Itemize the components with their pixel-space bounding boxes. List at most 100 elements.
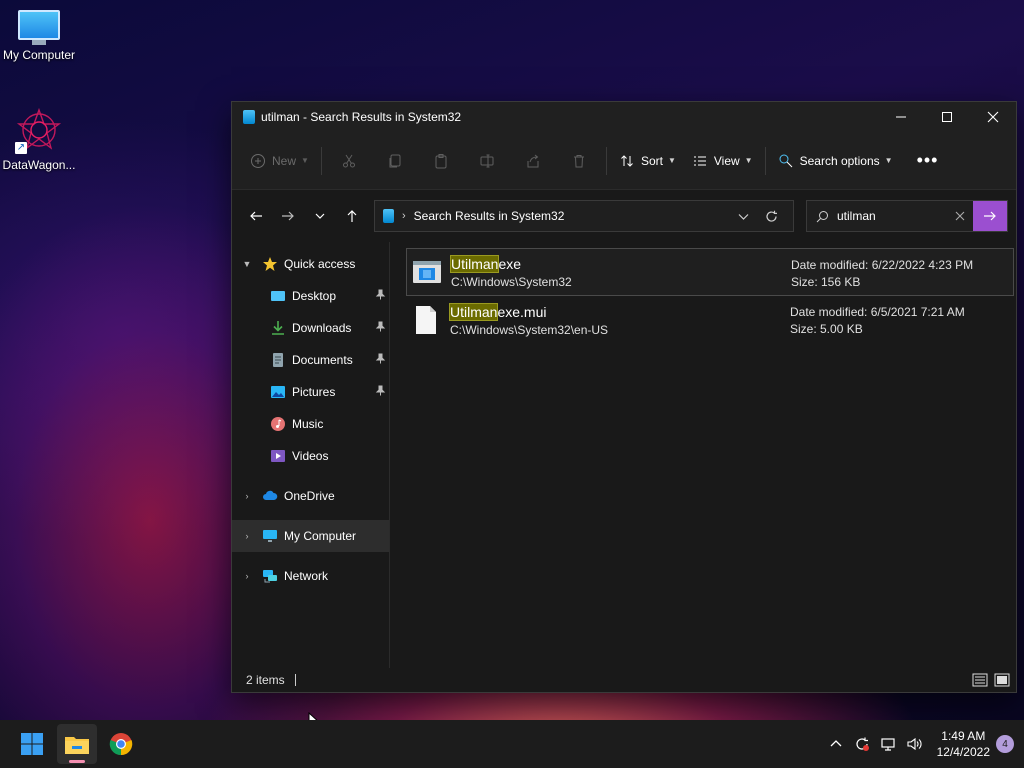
chevron-down-icon [315, 213, 325, 219]
status-bar: 2 items [232, 668, 1016, 692]
clipboard-icon [435, 153, 447, 168]
view-button[interactable]: View ▼ [684, 145, 761, 177]
delete-button[interactable] [556, 145, 602, 177]
nav-label: Pictures [292, 385, 336, 399]
start-button[interactable] [12, 724, 52, 764]
chevron-down-icon [738, 213, 748, 220]
chevron-down-icon: ▼ [744, 156, 753, 165]
result-row[interactable]: Utilmanexe C:\Windows\System32 Date modi… [406, 248, 1014, 296]
search-go-button[interactable] [973, 201, 1007, 231]
nav-label: My Computer [284, 529, 357, 543]
show-hidden-icons-button[interactable] [823, 736, 849, 752]
nav-label: Quick access [284, 257, 356, 271]
desktop-folder-icon [271, 291, 285, 301]
up-button[interactable] [336, 200, 368, 232]
tiles-view-icon[interactable] [994, 672, 1010, 688]
arrow-up-icon [347, 210, 357, 222]
blank-file-icon [416, 306, 436, 334]
file-explorer-taskbar-button[interactable] [57, 724, 97, 764]
network-wired-icon [881, 738, 895, 751]
desktop-icon-datawagon[interactable]: ↗ DataWagon... [0, 106, 81, 172]
search-input[interactable] [837, 209, 947, 223]
file-explorer-window: utilman - Search Results in System32 New… [231, 101, 1017, 693]
recent-locations-button[interactable] [304, 200, 336, 232]
title-bar[interactable]: utilman - Search Results in System32 [232, 102, 1016, 132]
rename-button[interactable] [464, 145, 510, 177]
pin-icon [375, 385, 386, 399]
search-options-button[interactable]: Search options ▼ [770, 145, 901, 177]
chrome-taskbar-button[interactable] [101, 724, 141, 764]
star-icon [263, 257, 277, 271]
new-label: New [272, 153, 297, 168]
search-options-icon [779, 154, 792, 167]
forward-button[interactable] [272, 200, 304, 232]
videos-icon [271, 450, 285, 462]
scissors-icon [342, 154, 355, 167]
windows-logo-icon [21, 733, 43, 755]
date-modified: Date modified: 6/5/2021 7:21 AM [790, 305, 965, 319]
taskbar: 1:49 AM 12/4/2022 4 [0, 720, 1024, 768]
address-bar[interactable]: › Search Results in System32 [374, 200, 794, 232]
clear-search-button[interactable] [947, 211, 973, 221]
music-icon [271, 417, 285, 431]
file-name-rest: exe [498, 255, 522, 272]
cut-button[interactable] [326, 145, 372, 177]
paste-button[interactable] [418, 145, 464, 177]
view-label: View [713, 153, 740, 168]
chevron-up-icon [830, 740, 842, 747]
refresh-button[interactable] [757, 202, 785, 230]
new-button[interactable]: New ▼ [242, 145, 317, 177]
nav-label: Desktop [292, 289, 337, 303]
details-view-icon[interactable] [972, 672, 988, 688]
chrome-icon [109, 733, 133, 756]
download-icon [272, 321, 284, 335]
minimize-button[interactable] [878, 102, 924, 132]
nav-videos[interactable]: Videos [232, 440, 389, 472]
results-pane: Utilmanexe C:\Windows\System32 Date modi… [390, 242, 1016, 668]
update-tray-button[interactable] [849, 736, 875, 752]
notification-badge[interactable]: 4 [996, 735, 1014, 753]
chevron-down-icon: ▼ [242, 259, 252, 269]
pin-icon [375, 353, 386, 367]
command-bar: New ▼ Sort ▼ View ▼ Search options ▼ ••• [232, 132, 1016, 190]
breadcrumb[interactable]: Search Results in System32 [414, 209, 729, 223]
nav-network[interactable]: › Network [232, 560, 389, 592]
nav-pictures[interactable]: Pictures [232, 376, 389, 408]
network-tray-button[interactable] [875, 736, 901, 752]
nav-desktop[interactable]: Desktop [232, 280, 389, 312]
folder-icon [65, 737, 89, 754]
file-path: C:\Windows\System32 [451, 274, 572, 289]
close-button[interactable] [970, 102, 1016, 132]
document-icon [273, 353, 283, 367]
copy-button[interactable] [372, 145, 418, 177]
system-tray: 1:49 AM 12/4/2022 4 [823, 720, 1024, 768]
address-history-button[interactable] [729, 202, 757, 230]
sort-arrows-icon [621, 154, 633, 167]
clock[interactable]: 1:49 AM 12/4/2022 [937, 728, 990, 760]
nav-documents[interactable]: Documents [232, 344, 389, 376]
desktop-icon-my-computer[interactable]: My Computer [0, 10, 81, 62]
more-options-button[interactable]: ••• [909, 145, 947, 177]
volume-tray-button[interactable] [901, 736, 927, 752]
maximize-button[interactable] [924, 102, 970, 132]
nav-downloads[interactable]: Downloads [232, 312, 389, 344]
back-button[interactable] [240, 200, 272, 232]
datawagon-logo-icon: ↗ [15, 106, 63, 154]
nav-my-computer[interactable]: › My Computer [232, 520, 389, 552]
close-icon [955, 211, 965, 221]
nav-label: Downloads [292, 321, 352, 335]
item-count: 2 items [246, 673, 285, 687]
chevron-down-icon: ▼ [667, 156, 676, 165]
window-title: utilman - Search Results in System32 [261, 110, 462, 124]
nav-onedrive[interactable]: › OneDrive [232, 480, 389, 512]
nav-label: OneDrive [284, 489, 335, 503]
nav-music[interactable]: Music [232, 408, 389, 440]
search-folder-icon [383, 209, 394, 223]
monitor-icon [18, 10, 60, 45]
share-icon [527, 154, 539, 167]
sort-button[interactable]: Sort ▼ [611, 145, 684, 177]
nav-quick-access[interactable]: ▼ Quick access [232, 248, 389, 280]
copy-icon [389, 154, 401, 167]
share-button[interactable] [510, 145, 556, 177]
result-row[interactable]: Utilmanexe.mui C:\Windows\System32\en-US… [406, 296, 1014, 344]
